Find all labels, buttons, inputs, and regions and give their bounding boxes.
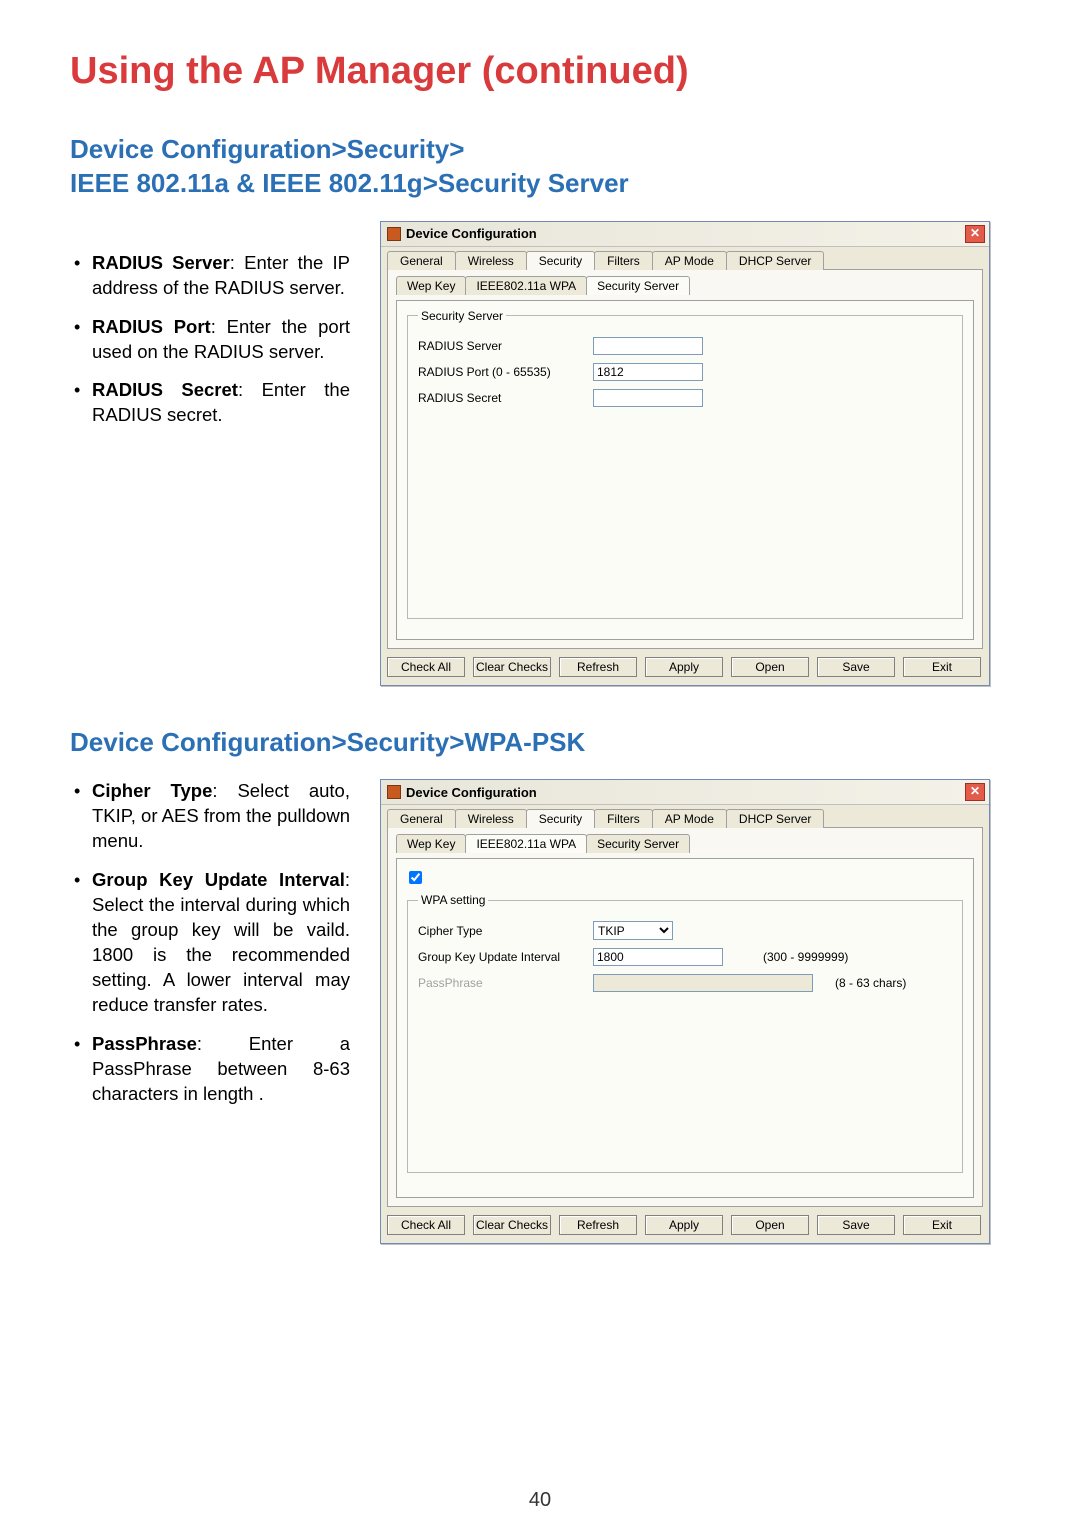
dialog-wpa-psk: Device Configuration ✕ General Wireless … — [380, 779, 990, 1244]
wpa-setting-group: WPA setting Cipher Type TKIP Group Key U… — [407, 893, 963, 1173]
subtab-ieee80211awpa[interactable]: IEEE802.11a WPA — [465, 276, 587, 295]
radius-secret-input[interactable] — [593, 389, 703, 407]
passphrase-hint: (8 - 63 chars) — [835, 976, 906, 990]
list-item: Cipher Type: Select auto, TKIP, or AES f… — [70, 779, 350, 854]
dialog-title: Device Configuration — [406, 785, 537, 800]
desc: : Select the interval during which the g… — [92, 869, 350, 1015]
exit-button[interactable]: Exit — [903, 1215, 981, 1235]
radius-port-input[interactable] — [593, 363, 703, 381]
titlebar: Device Configuration ✕ — [381, 780, 989, 805]
apply-button[interactable]: Apply — [645, 1215, 723, 1235]
radius-server-input[interactable] — [593, 337, 703, 355]
subtab-securityserver[interactable]: Security Server — [586, 276, 690, 295]
passphrase-label: PassPhrase — [418, 976, 583, 990]
page-number: 40 — [0, 1489, 1080, 1512]
list-item: RADIUS Port: Enter the port used on the … — [70, 315, 350, 365]
group-legend: WPA setting — [418, 893, 488, 907]
open-button[interactable]: Open — [731, 657, 809, 677]
close-icon[interactable]: ✕ — [965, 783, 985, 801]
subtab-wepkey[interactable]: Wep Key — [396, 276, 466, 295]
section1-heading: Device Configuration>Security> IEEE 802.… — [70, 133, 1010, 201]
interval-hint: (300 - 9999999) — [763, 950, 848, 964]
section2-row: Cipher Type: Select auto, TKIP, or AES f… — [70, 779, 1010, 1244]
tab-general[interactable]: General — [387, 809, 456, 828]
passphrase-input[interactable] — [593, 974, 813, 992]
group-key-interval-input[interactable] — [593, 948, 723, 966]
subtab-wepkey[interactable]: Wep Key — [396, 834, 466, 853]
tab-filters[interactable]: Filters — [594, 251, 653, 270]
term: RADIUS Secret — [92, 379, 238, 400]
button-row: Check All Clear Checks Refresh Apply Ope… — [381, 649, 989, 685]
section1-row: RADIUS Server: Enter the IP address of t… — [70, 221, 1010, 686]
tab-apmode[interactable]: AP Mode — [652, 251, 727, 270]
main-tabs: General Wireless Security Filters AP Mod… — [381, 805, 989, 828]
tab-security[interactable]: Security — [526, 251, 595, 270]
dialog-security-server: Device Configuration ✕ General Wireless … — [380, 221, 990, 686]
refresh-button[interactable]: Refresh — [559, 657, 637, 677]
term: PassPhrase — [92, 1033, 197, 1054]
tab-filters[interactable]: Filters — [594, 809, 653, 828]
security-server-group: Security Server RADIUS Server RADIUS Por… — [407, 309, 963, 619]
button-row: Check All Clear Checks Refresh Apply Ope… — [381, 1207, 989, 1243]
app-icon — [387, 227, 401, 241]
wpa-enable-checkbox[interactable] — [409, 871, 422, 884]
tab-wireless[interactable]: Wireless — [455, 251, 527, 270]
cipher-type-label: Cipher Type — [418, 924, 583, 938]
subtab-ieee80211awpa[interactable]: IEEE802.11a WPA — [465, 834, 587, 853]
tab-panel: Wep Key IEEE802.11a WPA Security Server … — [387, 269, 983, 649]
check-all-button[interactable]: Check All — [387, 657, 465, 677]
page-title: Using the AP Manager (continued) — [70, 50, 1010, 93]
radius-secret-label: RADIUS Secret — [418, 391, 583, 405]
list-item: PassPhrase: Enter a PassPhrase between 8… — [70, 1032, 350, 1107]
tab-general[interactable]: General — [387, 251, 456, 270]
apply-button[interactable]: Apply — [645, 657, 723, 677]
exit-button[interactable]: Exit — [903, 657, 981, 677]
section1-heading-line2: IEEE 802.11a & IEEE 802.11g>Security Ser… — [70, 168, 629, 198]
close-icon[interactable]: ✕ — [965, 225, 985, 243]
sub-panel: Security Server RADIUS Server RADIUS Por… — [396, 300, 974, 640]
term: RADIUS Port — [92, 316, 211, 337]
term: Cipher Type — [92, 780, 212, 801]
section1-bullets: RADIUS Server: Enter the IP address of t… — [70, 221, 350, 443]
radius-port-label: RADIUS Port (0 - 65535) — [418, 365, 583, 379]
tab-wireless[interactable]: Wireless — [455, 809, 527, 828]
save-button[interactable]: Save — [817, 657, 895, 677]
sub-tabs: Wep Key IEEE802.11a WPA Security Server — [396, 276, 974, 295]
open-button[interactable]: Open — [731, 1215, 809, 1235]
sub-panel: WPA setting Cipher Type TKIP Group Key U… — [396, 858, 974, 1198]
list-item: RADIUS Server: Enter the IP address of t… — [70, 251, 350, 301]
dialog-title: Device Configuration — [406, 226, 537, 241]
tab-dhcp[interactable]: DHCP Server — [726, 809, 824, 828]
main-tabs: General Wireless Security Filters AP Mod… — [381, 247, 989, 270]
check-all-button[interactable]: Check All — [387, 1215, 465, 1235]
app-icon — [387, 785, 401, 799]
list-item: Group Key Update Interval: Select the in… — [70, 868, 350, 1018]
section2-bullets: Cipher Type: Select auto, TKIP, or AES f… — [70, 779, 350, 1121]
group-legend: Security Server — [418, 309, 506, 323]
save-button[interactable]: Save — [817, 1215, 895, 1235]
section2-heading: Device Configuration>Security>WPA-PSK — [70, 726, 1010, 760]
tab-security[interactable]: Security — [526, 809, 595, 828]
section1-heading-line1: Device Configuration>Security> — [70, 134, 464, 164]
tab-apmode[interactable]: AP Mode — [652, 809, 727, 828]
refresh-button[interactable]: Refresh — [559, 1215, 637, 1235]
clear-checks-button[interactable]: Clear Checks — [473, 657, 551, 677]
clear-checks-button[interactable]: Clear Checks — [473, 1215, 551, 1235]
radius-server-label: RADIUS Server — [418, 339, 583, 353]
titlebar: Device Configuration ✕ — [381, 222, 989, 247]
subtab-securityserver[interactable]: Security Server — [586, 834, 690, 853]
term: RADIUS Server — [92, 252, 230, 273]
list-item: RADIUS Secret: Enter the RADIUS secret. — [70, 378, 350, 428]
tab-panel: Wep Key IEEE802.11a WPA Security Server … — [387, 827, 983, 1207]
term: Group Key Update Interval — [92, 869, 345, 890]
sub-tabs: Wep Key IEEE802.11a WPA Security Server — [396, 834, 974, 853]
cipher-type-select[interactable]: TKIP — [593, 921, 673, 940]
tab-dhcp[interactable]: DHCP Server — [726, 251, 824, 270]
group-key-interval-label: Group Key Update Interval — [418, 950, 583, 964]
